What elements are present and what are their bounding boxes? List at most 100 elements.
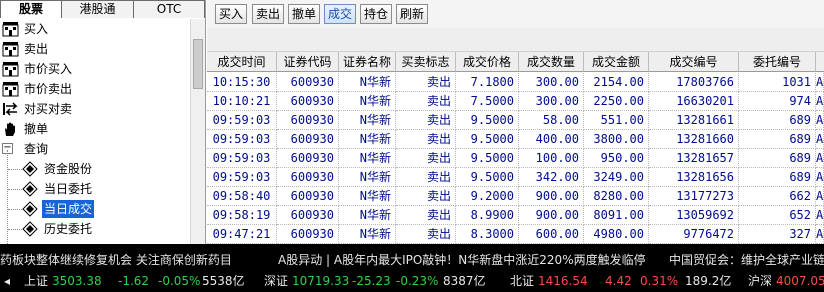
- cell-trade-id: 13059692: [649, 206, 739, 225]
- cell-quantity: 100.00: [519, 149, 584, 168]
- cell-price: 9.5000: [456, 130, 519, 149]
- news-ticker[interactable]: 药板块整体继续修复机会 关注商保创新药目 A股异动 | A股年内最大IPO敲钟！…: [0, 251, 824, 270]
- cell-amount: 8091.00: [584, 206, 649, 225]
- cell-security-name: N华新: [339, 206, 396, 225]
- cell-trade-time: 09:59:03: [207, 130, 277, 149]
- news-headline[interactable]: 药板块整体继续修复机会 关注商保创新药目: [0, 251, 232, 270]
- tab-otc[interactable]: OTC: [133, 0, 205, 18]
- cell-side: 卖出: [396, 206, 456, 225]
- cell-side: 卖出: [396, 92, 456, 111]
- column-header[interactable]: 委托编号: [739, 52, 816, 72]
- cell-trade-time: 09:47:21: [207, 225, 277, 244]
- diamond-bullet-icon: [22, 201, 38, 217]
- cell-security-code: 600930: [277, 206, 339, 225]
- bz-index-value: 1416.54: [538, 274, 588, 288]
- cell-quantity: 342.00: [519, 168, 584, 187]
- cancel-button[interactable]: 撤单: [288, 4, 320, 24]
- tab-stocks[interactable]: 股票: [0, 0, 62, 18]
- tree-connector-line: [8, 209, 22, 210]
- table-row[interactable]: 10:10:21 600930 N华新 卖出 7.5000 300.00 2250.00 16…: [207, 92, 824, 111]
- positions-button[interactable]: 持仓: [360, 4, 392, 24]
- cell-price: 7.1800: [456, 73, 519, 92]
- cell-side: 卖出: [396, 225, 456, 244]
- bz-turnover: 189.2亿: [685, 274, 732, 288]
- cell-extra: A: [816, 206, 824, 225]
- column-header[interactable]: 成交时间: [207, 52, 277, 72]
- cell-order-id: 662: [739, 187, 816, 206]
- table-row[interactable]: 09:59:03 600930 N华新 卖出 9.5000 342.00 3249.00 13…: [207, 168, 824, 187]
- trade-panel: 买入 卖出 撤单 成交 持仓 刷新 成交时间 证券代码 证券名称 买卖标志 成交…: [207, 0, 824, 244]
- table-row[interactable]: 09:59:03 600930 N华新 卖出 9.5000 400.00 3800.00 13…: [207, 130, 824, 149]
- column-header[interactable]: 成交价格: [456, 52, 519, 72]
- cell-amount: 8280.00: [584, 187, 649, 206]
- cell-side: 卖出: [396, 187, 456, 206]
- column-header[interactable]: 成交编号: [649, 52, 739, 72]
- sz-index-change: -25.23: [352, 274, 391, 288]
- cell-quantity: 400.00: [519, 130, 584, 149]
- hs-index-value: 4007.05: [776, 274, 824, 288]
- cell-trade-id: 17803766: [649, 73, 739, 92]
- cell-order-id: 689: [739, 130, 816, 149]
- news-headline[interactable]: 中国贸促会：维护全球产业链: [669, 251, 824, 270]
- sh-index-label[interactable]: 上证: [24, 270, 48, 292]
- cell-security-code: 600930: [277, 225, 339, 244]
- column-header[interactable]: 证券名称: [339, 52, 396, 72]
- cell-price: 7.5000: [456, 92, 519, 111]
- cell-side: 卖出: [396, 168, 456, 187]
- cell-order-id: 327: [739, 225, 816, 244]
- hs-index-label[interactable]: 沪深: [748, 270, 772, 292]
- cell-order-id: 1031: [739, 73, 816, 92]
- tab-hk-connect[interactable]: 港股通: [61, 0, 134, 18]
- column-header[interactable]: 成交数量: [519, 52, 584, 72]
- cell-quantity: 300.00: [519, 92, 584, 111]
- column-header[interactable]: 买卖标志: [396, 52, 456, 72]
- sz-turnover: 8387亿: [443, 274, 486, 288]
- table-row[interactable]: 09:58:19 600930 N华新 卖出 8.9900 900.00 8091.00 13…: [207, 206, 824, 225]
- column-header[interactable]: [816, 52, 824, 72]
- news-headline[interactable]: A股异动 | A股年内最大IPO敲钟！N华新盘中涨近220%两度触发临停: [278, 251, 646, 270]
- trades-button[interactable]: 成交: [324, 4, 356, 24]
- cell-order-id: 652: [739, 206, 816, 225]
- cell-extra: A: [816, 92, 824, 111]
- cell-trade-time: 09:59:03: [207, 111, 277, 130]
- column-header[interactable]: 成交金额: [584, 52, 649, 72]
- sell-button[interactable]: 卖出: [252, 4, 284, 24]
- diamond-bullet-icon: [22, 181, 38, 197]
- column-header[interactable]: 证券代码: [277, 52, 339, 72]
- trades-table: 成交时间 证券代码 证券名称 买卖标志 成交价格 成交数量 成交金额 成交编号 …: [207, 52, 824, 244]
- cell-trade-id: 13281657: [649, 149, 739, 168]
- tree-item-label: 查询: [24, 142, 49, 156]
- cell-trade-time: 09:59:03: [207, 149, 277, 168]
- buy-button[interactable]: 买入: [215, 4, 247, 24]
- tree-item-label: 卖出: [24, 42, 49, 56]
- bz-index-label[interactable]: 北证: [510, 270, 534, 292]
- left-nav-panel: 股票 港股通 OTC 买入 卖出 市价买入 市价卖出 对买对卖 撤单 − 查询 …: [0, 0, 206, 244]
- tree-connector-line: [8, 189, 22, 190]
- tree-scrollbar[interactable]: [190, 19, 205, 244]
- table-row[interactable]: 09:59:03 600930 N华新 卖出 9.5000 58.00 551.00 1328…: [207, 111, 824, 130]
- toolbar: 买入 卖出 撤单 成交 持仓 刷新: [207, 0, 824, 28]
- cell-security-code: 600930: [277, 149, 339, 168]
- filter-bar: [207, 28, 824, 52]
- tree-connector-line: [8, 169, 22, 170]
- scrollbar-thumb[interactable]: [193, 39, 203, 89]
- function-tree: 买入 卖出 市价买入 市价卖出 对买对卖 撤单 − 查询 资金股份 当日委托 当…: [0, 19, 190, 244]
- hand-cancel-icon: [5, 122, 15, 136]
- table-row[interactable]: 09:47:21 600930 N华新 卖出 8.3000 600.00 4980.00 97…: [207, 225, 824, 244]
- tree-connector-line: [8, 229, 22, 230]
- tree-item-label: 历史委托: [44, 222, 93, 236]
- cell-security-name: N华新: [339, 111, 396, 130]
- refresh-button[interactable]: 刷新: [396, 4, 428, 24]
- cell-quantity: 600.00: [519, 225, 584, 244]
- table-row[interactable]: 09:59:03 600930 N华新 卖出 9.5000 100.00 950.00 132…: [207, 149, 824, 168]
- index-marker: ◂: [4, 274, 11, 288]
- sh-turnover: 5538亿: [202, 274, 245, 288]
- diamond-bullet-icon: [22, 161, 38, 177]
- cell-amount: 950.00: [584, 149, 649, 168]
- table-row[interactable]: 09:58:40 600930 N华新 卖出 9.2000 900.00 8280.00 13…: [207, 187, 824, 206]
- sz-index-label[interactable]: 深证: [264, 270, 288, 292]
- tree-item-label: 当日委托: [44, 182, 93, 196]
- cell-security-name: N华新: [339, 92, 396, 111]
- sh-index-pct: -0.05%: [158, 274, 201, 288]
- table-row[interactable]: 10:15:30 600930 N华新 卖出 7.1800 300.00 2154.00 17…: [207, 73, 824, 92]
